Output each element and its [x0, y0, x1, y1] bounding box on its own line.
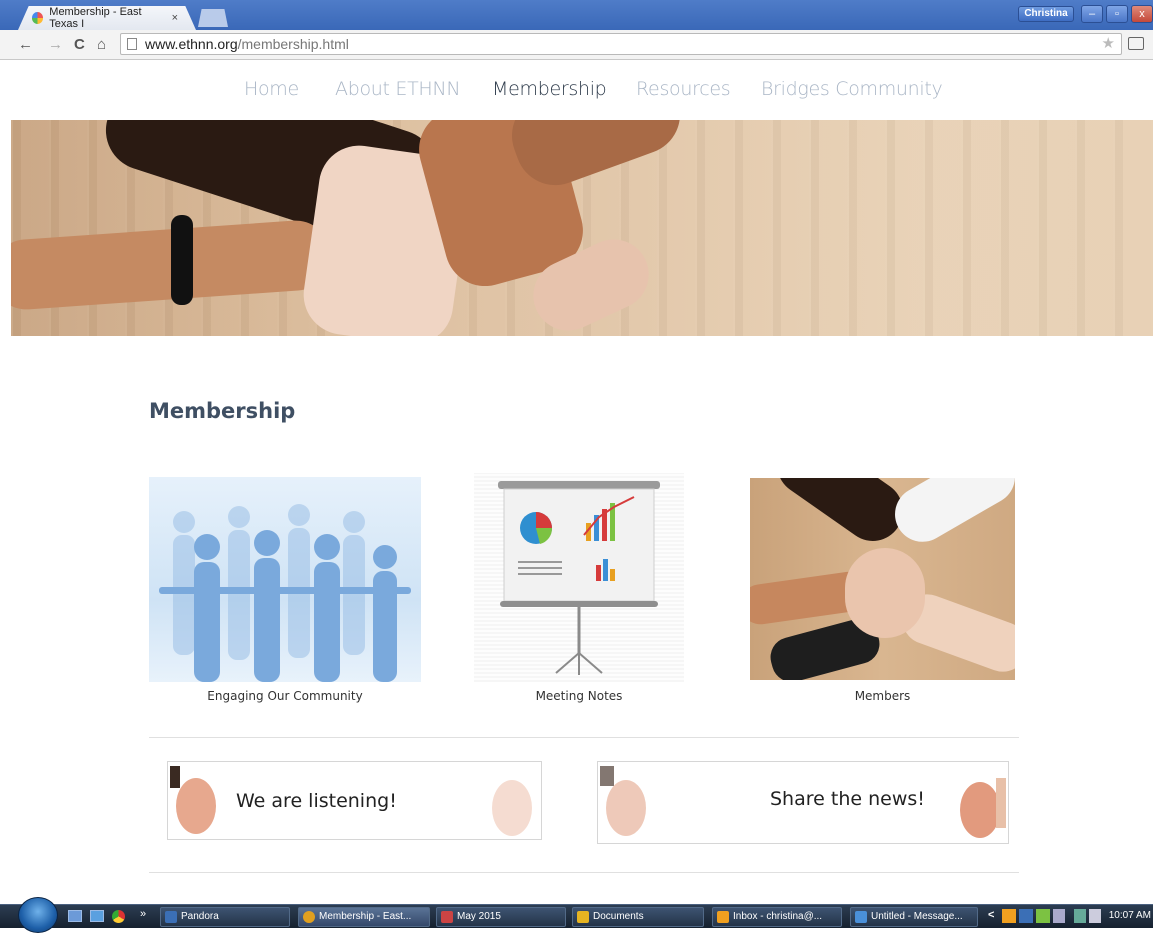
- back-arrow-icon[interactable]: ←: [18, 36, 33, 53]
- tray-network-icon[interactable]: [1053, 909, 1065, 923]
- tray-expand-icon[interactable]: <: [988, 909, 994, 921]
- new-tab-button[interactable]: [198, 9, 228, 27]
- nav-resources[interactable]: Resources: [636, 78, 731, 100]
- section-divider-bottom: [149, 872, 1019, 873]
- outlook-icon: [717, 911, 729, 923]
- taskbar-item-browser[interactable]: Membership - East...: [298, 907, 430, 927]
- share-the-news-banner[interactable]: Share the news!: [597, 761, 1009, 844]
- meeting-notes-image[interactable]: [474, 473, 684, 682]
- cast-icon[interactable]: [1128, 37, 1144, 50]
- shouting-hand-icon: [960, 778, 1006, 838]
- banner-text-listening: We are listening!: [236, 790, 397, 812]
- site-favicon-icon: [32, 12, 44, 24]
- taskbar-item-pandora[interactable]: Pandora: [160, 907, 290, 927]
- taskbar-item-documents[interactable]: Documents: [572, 907, 704, 927]
- minimize-button[interactable]: –: [1081, 5, 1103, 23]
- taskbar-item-outlook-inbox[interactable]: Inbox - christina@...: [712, 907, 842, 927]
- card-label-meeting-notes[interactable]: Meeting Notes: [474, 689, 684, 703]
- bookmark-star-icon[interactable]: ★: [1102, 34, 1115, 54]
- nav-about[interactable]: About ETHNN: [335, 78, 461, 100]
- nav-membership[interactable]: Membership: [492, 78, 607, 100]
- message-icon: [855, 911, 867, 923]
- menu-icon[interactable]: ⋮: [1148, 38, 1153, 52]
- profile-button[interactable]: Christina: [1018, 6, 1074, 22]
- nav-bridges-community[interactable]: Bridges Community: [761, 78, 943, 100]
- calendar-icon: [441, 911, 453, 923]
- card-label-community[interactable]: Engaging Our Community: [149, 689, 421, 703]
- ear-hand-icon: [492, 780, 532, 836]
- banner-text-share: Share the news!: [770, 788, 925, 810]
- people-silhouettes-icon: [159, 504, 411, 682]
- tray-devices-icon[interactable]: [1074, 909, 1086, 923]
- browser-titlebar: Membership - East Texas I × Christina – …: [0, 0, 1153, 30]
- tray-outlook-icon[interactable]: [1002, 909, 1016, 923]
- url-path: /membership.html: [237, 36, 349, 52]
- nav-home[interactable]: Home: [244, 78, 299, 100]
- page-title: Membership: [149, 399, 296, 423]
- section-divider-top: [149, 737, 1019, 738]
- tab-close-icon[interactable]: ×: [172, 12, 178, 24]
- hero-hands-image: [11, 120, 1153, 336]
- members-image[interactable]: [750, 478, 1015, 680]
- projector-screen-icon: [498, 481, 660, 675]
- tray-app-icon[interactable]: [1036, 909, 1050, 923]
- reload-icon[interactable]: C: [74, 36, 85, 53]
- engaging-community-image[interactable]: [149, 477, 421, 682]
- page-icon: [127, 38, 137, 50]
- address-bar[interactable]: www.ethnn.org/membership.html ★: [120, 33, 1122, 55]
- site-navigation: Home About ETHNN Membership Resources Br…: [0, 60, 1153, 120]
- browser-toolbar: ← → C ⌂ www.ethnn.org/membership.html ★ …: [0, 30, 1153, 60]
- folder-icon: [577, 911, 589, 923]
- hero-bracelet: [171, 215, 193, 305]
- card-label-members[interactable]: Members: [750, 689, 1015, 703]
- taskbar-item-message[interactable]: Untitled - Message...: [850, 907, 978, 927]
- show-desktop-icon[interactable]: [68, 910, 82, 922]
- browser-tab-active[interactable]: Membership - East Texas I ×: [18, 6, 196, 30]
- url-host: www.ethnn.org: [145, 36, 238, 52]
- forward-arrow-icon[interactable]: →: [48, 36, 63, 53]
- maximize-button[interactable]: ▫: [1106, 5, 1128, 23]
- tray-volume-icon[interactable]: [1089, 909, 1101, 923]
- share-hand-icon: [600, 766, 646, 836]
- chrome-icon[interactable]: [112, 910, 125, 923]
- tray-pandora-icon[interactable]: [1019, 909, 1033, 923]
- clock[interactable]: 10:07 AM: [1109, 910, 1151, 921]
- taskbar-item-may-2015[interactable]: May 2015: [436, 907, 566, 927]
- home-icon[interactable]: ⌂: [97, 36, 106, 53]
- close-window-button[interactable]: x: [1131, 5, 1153, 23]
- chrome-window-icon: [303, 911, 315, 923]
- windows-taskbar: » Pandora Membership - East... May 2015 …: [0, 897, 1153, 933]
- explorer-icon[interactable]: [90, 910, 104, 922]
- listening-hand-icon: [170, 766, 216, 834]
- pandora-icon: [165, 911, 177, 923]
- quicklaunch-overflow-icon[interactable]: »: [140, 908, 146, 920]
- tab-title: Membership - East Texas I: [49, 6, 142, 30]
- we-are-listening-banner[interactable]: We are listening!: [167, 761, 542, 840]
